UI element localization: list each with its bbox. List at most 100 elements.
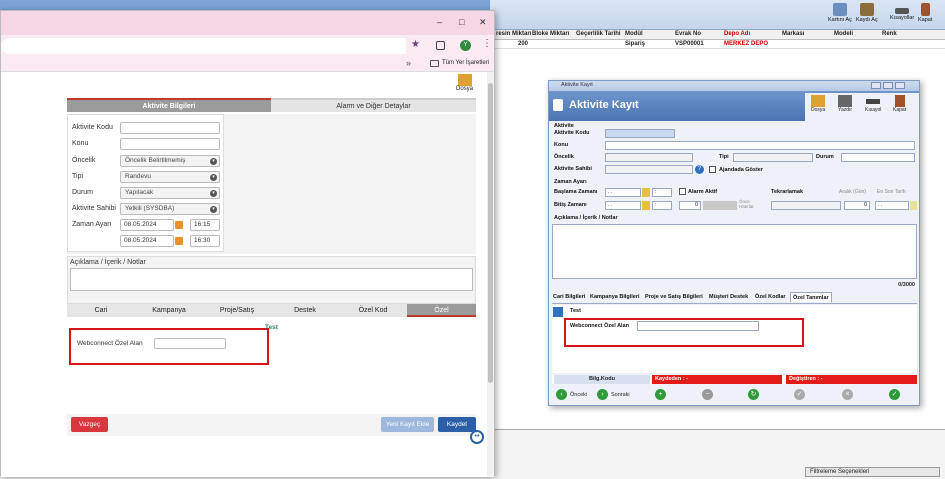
remove-icon[interactable]: −	[702, 389, 713, 400]
notes-textarea[interactable]	[70, 268, 473, 291]
save-button[interactable]: Kaydet	[438, 417, 476, 432]
close-icon[interactable]: ✕	[479, 17, 487, 28]
previous-button[interactable]: Önceki	[570, 392, 587, 398]
interval-field[interactable]: 0	[844, 201, 870, 210]
status-select[interactable]: Yapılacak ▾	[120, 187, 220, 199]
subject-input[interactable]	[120, 138, 220, 150]
highlight-box	[69, 328, 269, 365]
profile-avatar[interactable]: Y	[460, 40, 471, 51]
open-record-button[interactable]: Kaydı Aç	[856, 3, 878, 23]
shortcut-button[interactable]: Kısayol	[865, 95, 881, 113]
folder-icon	[811, 95, 826, 107]
last-date-field[interactable]: . .	[875, 201, 909, 210]
tab-special-codes[interactable]: Özel Kodlar	[755, 292, 786, 302]
tab-support[interactable]: Destek	[271, 304, 339, 317]
minimize-button[interactable]	[871, 82, 881, 89]
next-arrow-icon[interactable]: ›	[597, 389, 608, 400]
tab-special-code[interactable]: Özel Kod	[339, 304, 407, 317]
tab-customer-support[interactable]: Müşteri Destek	[709, 292, 748, 302]
chevron-down-icon: ▾	[210, 206, 217, 213]
calendar-icon[interactable]	[175, 221, 183, 229]
file-button[interactable]: Dosya	[456, 74, 473, 92]
start-date-field[interactable]: . .	[605, 188, 641, 197]
subject-field[interactable]	[605, 141, 915, 150]
calendar-icon[interactable]	[910, 201, 917, 210]
dialog-tab-strip: Cari Bilgileri Kampanya Bilgileri Proje …	[552, 292, 917, 304]
tab-campaign-info[interactable]: Kampanya Bilgileri	[590, 292, 640, 302]
add-icon[interactable]: +	[655, 389, 666, 400]
chat-icon[interactable]: ••	[470, 430, 484, 444]
address-bar[interactable]: ★ Y ⋮	[1, 35, 494, 57]
alarm-value-field[interactable]: 0	[679, 201, 701, 210]
new-record-button[interactable]: Yeni Kayıt Ekle	[381, 417, 434, 432]
activity-code-field[interactable]	[605, 129, 675, 138]
bookmarks-bar: » Tüm Yer İşaretleri	[1, 57, 494, 72]
menu-dots-icon[interactable]: ⋮	[482, 38, 492, 49]
url-field[interactable]	[1, 38, 406, 54]
start-time-field[interactable]: :	[652, 188, 672, 197]
end-time-input[interactable]: 16:30	[190, 235, 220, 247]
chevron-right-icon[interactable]: »	[406, 58, 411, 68]
close-app-button[interactable]: Kapat	[918, 3, 932, 23]
cancel-icon[interactable]: ×	[842, 389, 853, 400]
tab-project-sales[interactable]: Proje/Satış	[203, 304, 271, 317]
tab-project-sales-info[interactable]: Proje ve Satış Bilgileri	[645, 292, 703, 302]
tab-campaign[interactable]: Kampanya	[135, 304, 203, 317]
start-date-input[interactable]: 08.05.2024	[120, 219, 174, 231]
tab-special[interactable]: Özel	[407, 304, 476, 317]
dialog-title: Aktivite Kayıt	[569, 99, 639, 111]
close-dialog-button[interactable]: Kapat	[893, 95, 906, 113]
edit-icon[interactable]	[553, 307, 563, 317]
notes-section: Açıklama / İçerik / Notlar	[67, 256, 476, 304]
close-button[interactable]	[895, 82, 905, 89]
cancel-button[interactable]: Vazgeç	[71, 417, 108, 432]
alarm-checkbox[interactable]	[679, 188, 686, 195]
filter-options-button[interactable]: Filtreleme Seçenekleri	[805, 467, 940, 477]
extensions-icon[interactable]	[436, 41, 445, 50]
owner-select[interactable]: Yetkili (SYSDBA) ▾	[120, 203, 220, 215]
tab-special-definitions[interactable]: Özel Tanımlar	[790, 292, 832, 302]
calendar-icon[interactable]	[175, 237, 183, 245]
tab-customer[interactable]: Cari	[67, 304, 135, 317]
alarm-unit-select[interactable]	[703, 201, 737, 210]
end-time-field[interactable]: :	[652, 201, 672, 210]
table-row[interactable]: 200 Sipariş VSP00001 MERKEZ DEPO	[490, 40, 945, 49]
owner-select[interactable]	[605, 165, 693, 174]
accept-icon[interactable]: ✓	[889, 389, 900, 400]
notes-textarea[interactable]	[552, 224, 917, 279]
next-button[interactable]: Sonraki	[611, 392, 630, 398]
maximize-icon[interactable]: □	[459, 17, 464, 27]
record-icon	[859, 3, 874, 16]
shortcuts-icon	[895, 8, 910, 14]
agenda-checkbox[interactable]	[709, 166, 716, 173]
type-select[interactable]	[733, 153, 813, 162]
print-button[interactable]: Yazdır	[838, 95, 852, 113]
previous-arrow-icon[interactable]: ‹	[556, 389, 567, 400]
repeat-select[interactable]	[771, 201, 841, 210]
start-time-input[interactable]: 16:15	[190, 219, 220, 231]
open-card-button[interactable]: Kartını Aç	[828, 3, 852, 23]
file-button[interactable]: Dosya	[811, 95, 825, 113]
tab-activity-info[interactable]: Aktivite Bilgileri	[67, 98, 271, 112]
check-icon[interactable]: ✓	[794, 389, 805, 400]
calendar-icon[interactable]	[642, 188, 650, 197]
refresh-icon[interactable]: ↻	[748, 389, 759, 400]
end-date-field[interactable]: . .	[605, 201, 641, 210]
tab-customer-info[interactable]: Cari Bilgileri	[553, 292, 585, 302]
calendar-icon[interactable]	[642, 201, 650, 210]
all-bookmarks-link[interactable]: Tüm Yer İşaretleri	[442, 60, 489, 66]
shortcuts-button[interactable]: Kısayollar	[890, 3, 914, 21]
info-icon[interactable]: ?	[695, 165, 704, 174]
end-date-input[interactable]: 08.05.2024	[120, 235, 174, 247]
maximize-button[interactable]	[883, 82, 893, 89]
scrollbar-thumb[interactable]	[488, 83, 493, 383]
bookmark-star-icon[interactable]: ★	[411, 39, 420, 50]
minimize-icon[interactable]: –	[437, 17, 442, 27]
status-select[interactable]	[841, 153, 915, 162]
priority-select[interactable]: Öncelik Belirtilmemiş ▾	[120, 155, 220, 167]
tab-alarm-details[interactable]: Alarm ve Diğer Detaylar	[271, 98, 476, 112]
priority-select[interactable]	[605, 153, 693, 162]
desktop-toolbar: Kartını Aç Kaydı Aç Kısayollar Kapat	[490, 0, 945, 30]
activity-code-input[interactable]	[120, 122, 220, 134]
type-select[interactable]: Randevu ▾	[120, 171, 220, 183]
